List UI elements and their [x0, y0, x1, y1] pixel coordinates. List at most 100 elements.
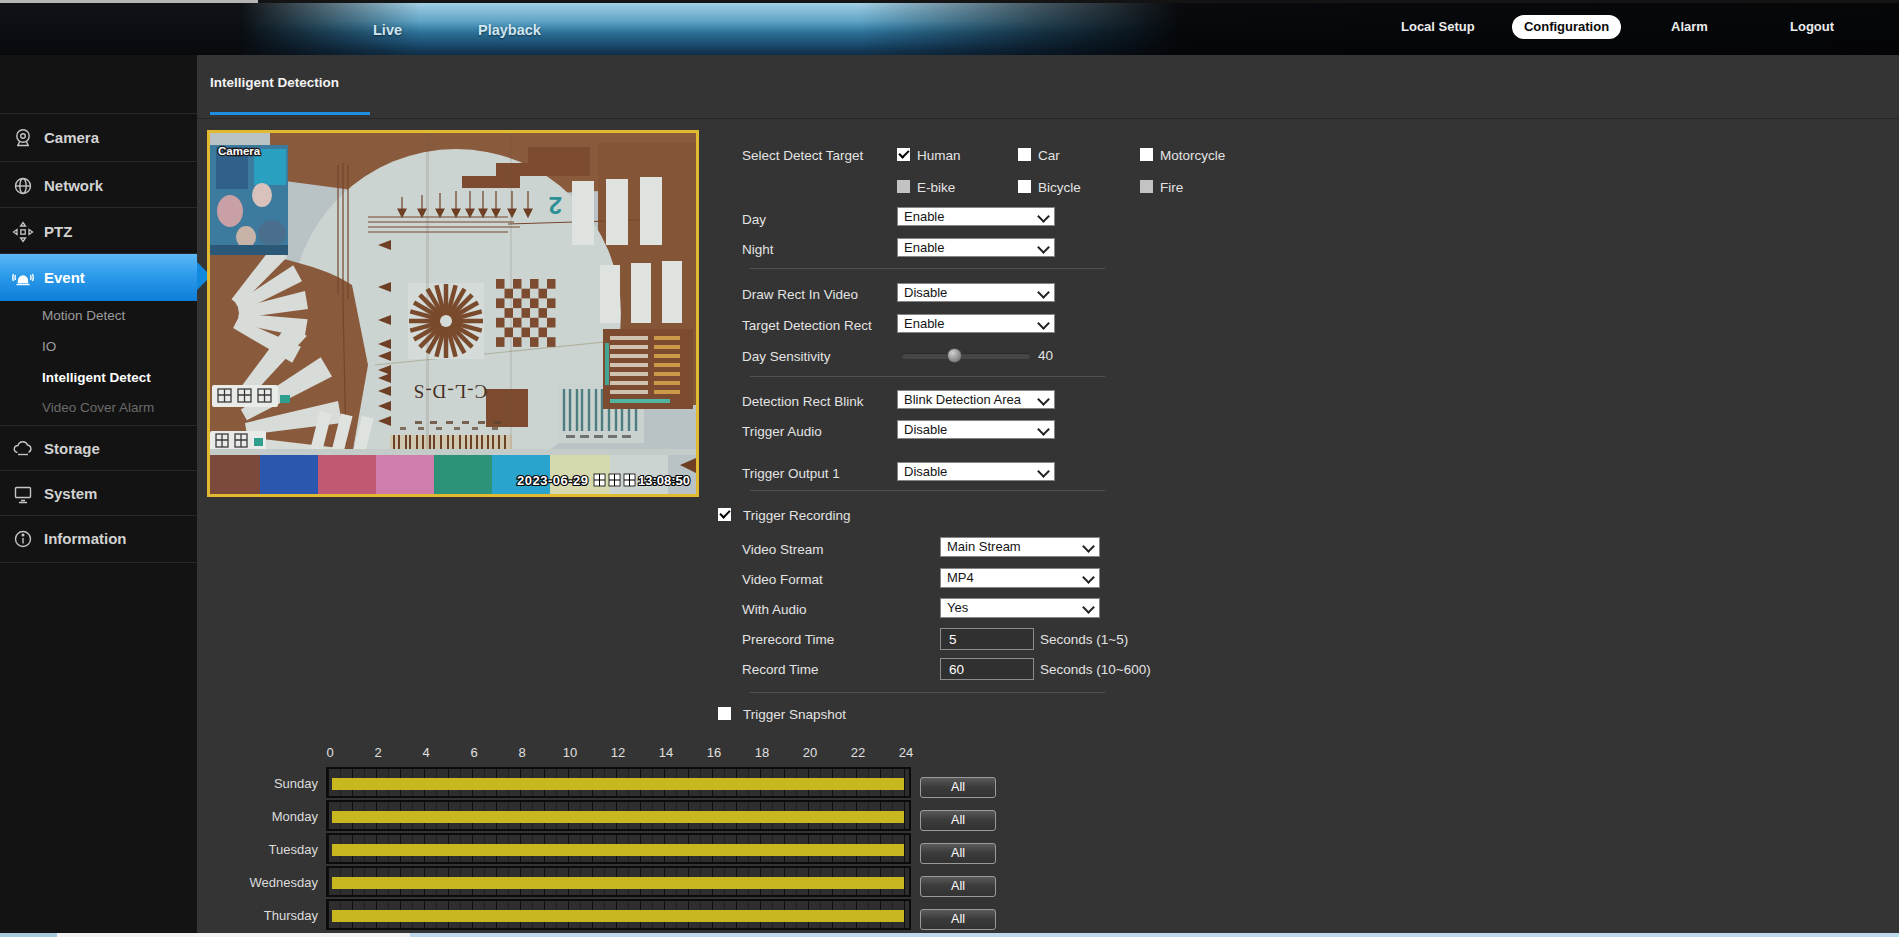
- event-icon: [12, 267, 34, 289]
- nav-configuration[interactable]: Configuration: [1512, 15, 1621, 39]
- schedule-bar: [332, 910, 904, 922]
- hour-label: 24: [894, 745, 918, 760]
- day-label-thursday: Thursday: [200, 908, 318, 923]
- video-format-select[interactable]: MP4: [940, 568, 1100, 588]
- nav-playback[interactable]: Playback: [478, 22, 541, 38]
- checkbox-car[interactable]: [1018, 148, 1031, 161]
- day-label-wednesday: Wednesday: [200, 875, 318, 890]
- sidebar-item-network[interactable]: Network: [0, 161, 197, 209]
- schedule-track-tuesday[interactable]: [326, 833, 911, 864]
- tab-underline: [210, 112, 370, 115]
- trigger-recording-label: Trigger Recording: [743, 508, 851, 523]
- sidebar-sub-video-cover-alarm[interactable]: Video Cover Alarm: [42, 400, 154, 415]
- hour-label: 8: [510, 745, 534, 760]
- information-icon: [12, 528, 34, 550]
- video-preview[interactable]: C-L-D-S 2: [207, 130, 699, 497]
- checkbox-ebike[interactable]: [897, 180, 910, 193]
- prerecord-hint: Seconds (1~5): [1040, 632, 1128, 647]
- day-label-sunday: Sunday: [200, 776, 318, 791]
- record-label: Record Time: [742, 662, 819, 677]
- sidebar-item-event[interactable]: Event: [0, 253, 197, 301]
- divider-4: [750, 692, 1105, 693]
- target-rect-select[interactable]: Enable: [897, 314, 1055, 333]
- camera-icon: [12, 127, 34, 149]
- record-input[interactable]: [940, 658, 1034, 680]
- day-label-monday: Monday: [200, 809, 318, 824]
- sidebar-sub-io[interactable]: IO: [42, 339, 56, 354]
- all-button-sunday[interactable]: All: [920, 777, 996, 798]
- checkbox-motorcycle[interactable]: [1140, 148, 1153, 161]
- nav-local-setup[interactable]: Local Setup: [1401, 19, 1475, 34]
- day-sensitivity-slider-track[interactable]: [902, 353, 1030, 359]
- svg-text:2: 2: [549, 192, 562, 219]
- schedule-bar: [332, 778, 904, 790]
- nav-live[interactable]: Live: [373, 22, 402, 38]
- nav-alarm[interactable]: Alarm: [1671, 19, 1708, 34]
- rect-blink-select[interactable]: Blink Detection Area: [897, 390, 1055, 409]
- trigger-output-select[interactable]: Disable: [897, 462, 1055, 481]
- day-label-tuesday: Tuesday: [200, 842, 318, 857]
- all-button-monday[interactable]: All: [920, 810, 996, 831]
- prerecord-input[interactable]: [940, 628, 1034, 650]
- divider-3: [750, 490, 1105, 491]
- day-select[interactable]: Enable: [897, 207, 1055, 226]
- trigger-audio-label: Trigger Audio: [742, 424, 822, 439]
- night-label: Night: [742, 242, 774, 257]
- night-select[interactable]: Enable: [897, 238, 1055, 257]
- tab-bottom-border: [197, 118, 1899, 119]
- trigger-audio-select[interactable]: Disable: [897, 420, 1055, 439]
- svg-text:2023-06-29: 2023-06-29: [517, 473, 589, 488]
- target-rect-label: Target Detection Rect: [742, 318, 872, 333]
- checkbox-human[interactable]: [897, 148, 910, 161]
- schedule-track-wednesday[interactable]: [326, 866, 911, 897]
- network-icon: [12, 175, 34, 197]
- day-label: Day: [742, 212, 766, 227]
- top-strip-right: [258, 0, 1899, 3]
- divider-2: [750, 376, 1105, 377]
- record-hint: Seconds (10~600): [1040, 662, 1151, 677]
- nav-logout[interactable]: Logout: [1790, 19, 1834, 34]
- schedule-bar: [332, 877, 904, 889]
- with-audio-select[interactable]: Yes: [940, 598, 1100, 618]
- sidebar-divider: [0, 562, 197, 563]
- checkbox-car-label: Car: [1038, 148, 1060, 163]
- checkbox-bicycle[interactable]: [1018, 180, 1031, 193]
- hour-label: 12: [606, 745, 630, 760]
- schedule-track-thursday[interactable]: [326, 899, 911, 930]
- checkbox-fire[interactable]: [1140, 180, 1153, 193]
- sidebar-item-information[interactable]: Information: [0, 515, 197, 561]
- storage-icon: [12, 438, 34, 460]
- trigger-snapshot-label: Trigger Snapshot: [743, 707, 846, 722]
- sidebar-item-ptz[interactable]: PTZ: [0, 207, 197, 255]
- sidebar-item-system[interactable]: System: [0, 470, 197, 516]
- checkbox-motorcycle-label: Motorcycle: [1160, 148, 1225, 163]
- checkbox-trigger-recording[interactable]: [718, 508, 731, 521]
- all-button-tuesday[interactable]: All: [920, 843, 996, 864]
- select-detect-target-label: Select Detect Target: [742, 148, 863, 163]
- schedule-bar: [332, 844, 904, 856]
- trigger-output-label: Trigger Output 1: [742, 466, 840, 481]
- checkbox-trigger-snapshot[interactable]: [718, 707, 731, 720]
- day-sensitivity-label: Day Sensitivity: [742, 349, 831, 364]
- checkbox-fire-label: Fire: [1160, 180, 1183, 195]
- system-icon: [12, 483, 34, 505]
- schedule-track-monday[interactable]: [326, 800, 911, 831]
- tab-intelligent-detection[interactable]: Intelligent Detection: [210, 75, 339, 90]
- top-strip-left: [0, 0, 258, 3]
- sidebar-item-storage[interactable]: Storage: [0, 425, 197, 471]
- timestamp-overlay: 2023-06-29 13:08:50: [517, 473, 690, 488]
- all-button-wednesday[interactable]: All: [920, 876, 996, 897]
- day-sensitivity-slider-handle[interactable]: [947, 348, 962, 363]
- checkbox-bicycle-label: Bicycle: [1038, 180, 1081, 195]
- draw-rect-select[interactable]: Disable: [897, 283, 1055, 302]
- sidebar-sub-intelligent-detect[interactable]: Intelligent Detect: [42, 370, 151, 385]
- sidebar-item-camera[interactable]: Camera: [0, 113, 197, 161]
- test-chart-image: C-L-D-S 2: [210, 133, 696, 494]
- svg-text:C-L-D-S: C-L-D-S: [413, 381, 488, 402]
- all-button-thursday[interactable]: All: [920, 909, 996, 930]
- video-stream-select[interactable]: Main Stream: [940, 537, 1100, 557]
- top-nav-bar: Live Playback Local Setup Configuration …: [0, 0, 1899, 55]
- schedule-track-sunday[interactable]: [326, 767, 911, 798]
- sidebar-sub-motion-detect[interactable]: Motion Detect: [42, 308, 125, 323]
- checkbox-human-label: Human: [917, 148, 961, 163]
